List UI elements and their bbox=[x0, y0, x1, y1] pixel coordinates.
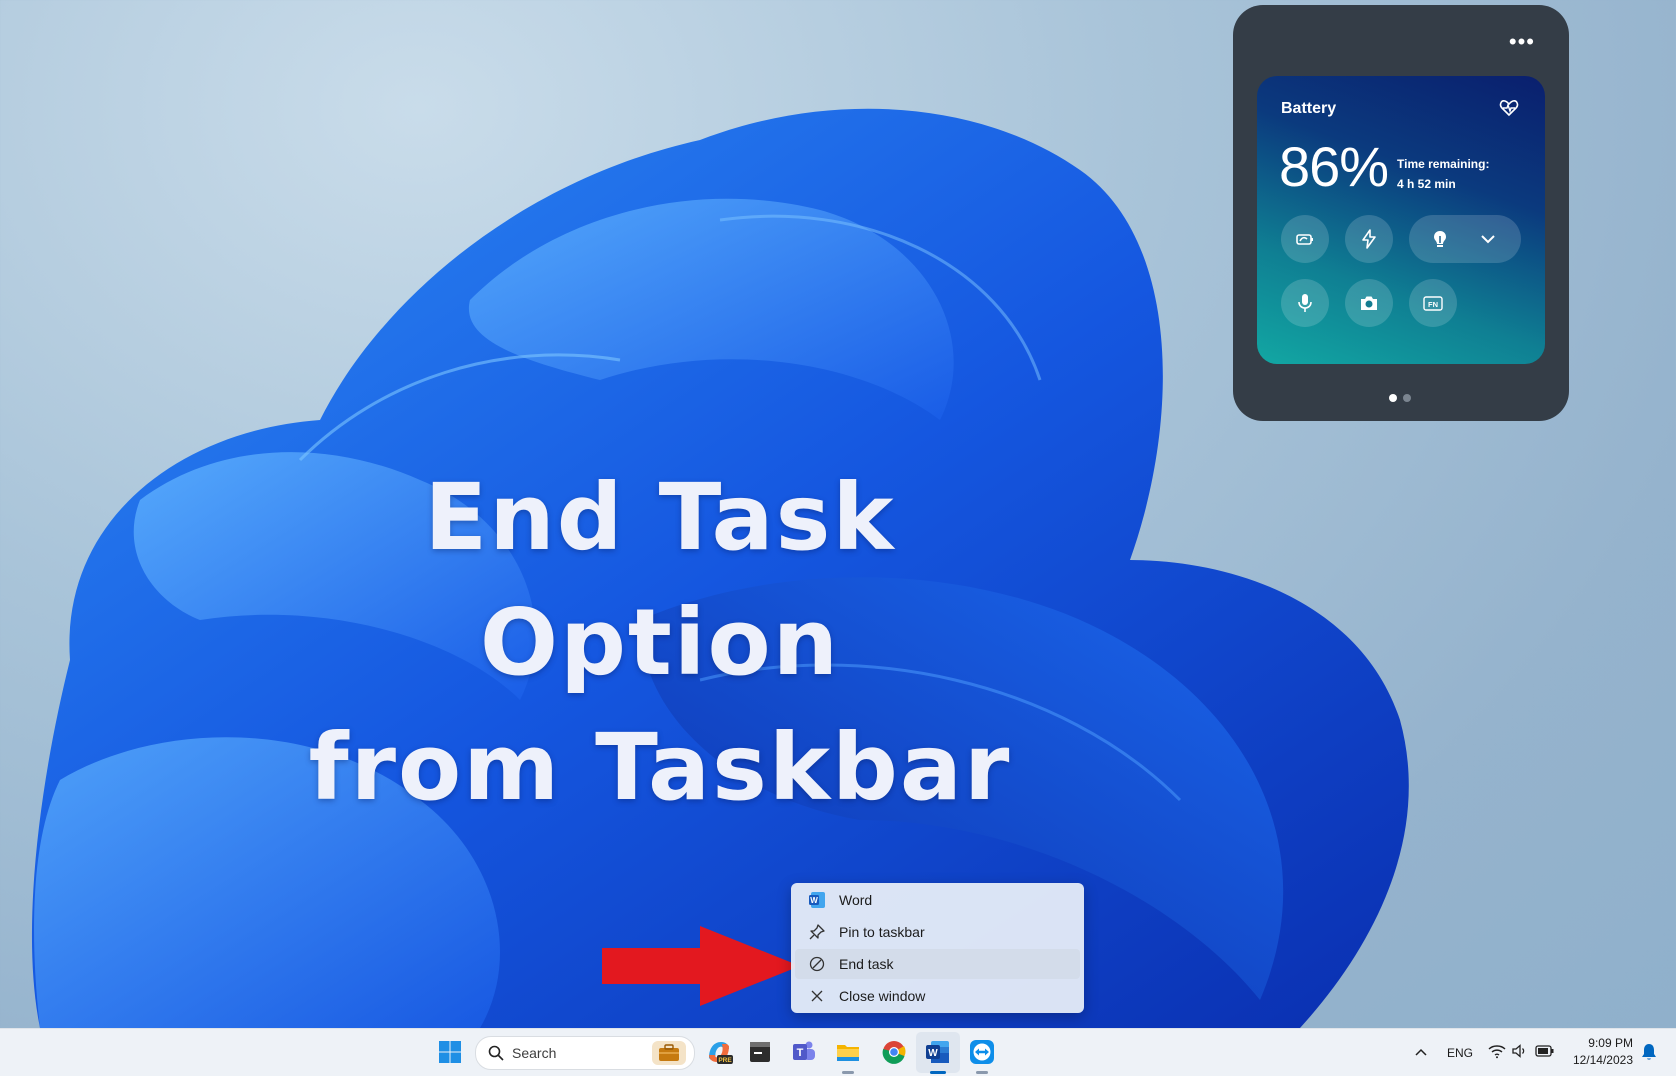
menu-item-pin-to-taskbar[interactable]: Pin to taskbar bbox=[795, 917, 1080, 947]
page-dot-2[interactable] bbox=[1403, 394, 1411, 402]
search-placeholder: Search bbox=[512, 1045, 557, 1061]
chrome-icon[interactable] bbox=[880, 1038, 908, 1066]
taskbar: Search PRE T W ENG 9:09 PM 12/14/2023 bbox=[0, 1028, 1676, 1076]
microphone-icon bbox=[1298, 294, 1312, 312]
camera-icon bbox=[1361, 296, 1377, 310]
menu-item-label: Close window bbox=[839, 988, 926, 1004]
copilot-pre-icon[interactable]: PRE bbox=[705, 1038, 733, 1066]
red-arrow-annotation bbox=[602, 926, 800, 1006]
end-task-icon bbox=[807, 954, 827, 974]
menu-item-end-task[interactable]: End task bbox=[795, 949, 1080, 979]
page-dot-1[interactable] bbox=[1389, 394, 1397, 402]
word-active-indicator bbox=[930, 1071, 946, 1074]
system-clock[interactable]: 9:09 PM 12/14/2023 bbox=[1565, 1035, 1633, 1069]
file-explorer-running-indicator bbox=[842, 1071, 854, 1074]
notification-bell-icon[interactable] bbox=[1641, 1043, 1657, 1061]
menu-item-label: Word bbox=[839, 892, 873, 908]
briefcase-icon[interactable] bbox=[652, 1041, 686, 1065]
more-options-button[interactable]: ••• bbox=[1509, 31, 1535, 53]
svg-text:FN: FN bbox=[1428, 300, 1438, 309]
teamviewer-running-indicator bbox=[976, 1071, 988, 1074]
menu-item-label: Pin to taskbar bbox=[839, 924, 925, 940]
battery-icon[interactable] bbox=[1535, 1044, 1555, 1058]
svg-text:W: W bbox=[928, 1048, 938, 1059]
battery-widget: ••• Battery 86% Time remaining: 4 h 52 m… bbox=[1233, 5, 1569, 421]
headline-line-2: from Taskbar bbox=[308, 714, 1012, 821]
svg-text:PRE: PRE bbox=[718, 1057, 732, 1064]
word-icon[interactable]: W bbox=[924, 1038, 952, 1066]
chevron-up-icon[interactable] bbox=[1414, 1045, 1428, 1059]
chevron-down-icon[interactable] bbox=[1479, 230, 1497, 248]
time-remaining-value: 4 h 52 min bbox=[1397, 177, 1456, 191]
svg-text:W: W bbox=[810, 896, 818, 905]
battery-health-icon[interactable] bbox=[1499, 98, 1519, 118]
taskbar-search-box[interactable]: Search bbox=[475, 1036, 695, 1070]
menu-item-label: End task bbox=[839, 956, 894, 972]
teamviewer-icon[interactable] bbox=[968, 1038, 996, 1066]
time-remaining: Time remaining: 4 h 52 min bbox=[1397, 154, 1489, 194]
search-icon bbox=[488, 1045, 504, 1061]
lightbulb-icon[interactable] bbox=[1429, 228, 1451, 250]
teams-icon[interactable]: T bbox=[790, 1038, 818, 1066]
taskbar-context-menu: W Word Pin to taskbar End task Close win… bbox=[791, 883, 1084, 1013]
word-icon: W bbox=[807, 890, 827, 910]
menu-item-word[interactable]: W Word bbox=[795, 885, 1080, 915]
headline-line-1: End Task Option bbox=[424, 464, 896, 696]
clock-time: 9:09 PM bbox=[1588, 1036, 1633, 1050]
file-explorer-icon[interactable] bbox=[834, 1038, 862, 1066]
language-indicator[interactable]: ENG bbox=[1447, 1046, 1473, 1060]
headline-overlay: End Task Option from Taskbar bbox=[260, 455, 1060, 830]
power-mode-icon bbox=[1362, 229, 1376, 249]
menu-item-close-window[interactable]: Close window bbox=[795, 981, 1080, 1011]
pin-icon bbox=[807, 922, 827, 942]
microphone-button[interactable] bbox=[1281, 279, 1329, 327]
camera-button[interactable] bbox=[1345, 279, 1393, 327]
battery-card: Battery 86% Time remaining: 4 h 52 min F… bbox=[1257, 76, 1545, 364]
terminal-icon[interactable] bbox=[746, 1038, 774, 1066]
volume-icon[interactable] bbox=[1511, 1043, 1529, 1059]
svg-text:T: T bbox=[797, 1047, 804, 1059]
battery-percent: 86% bbox=[1279, 135, 1389, 198]
wifi-icon[interactable] bbox=[1488, 1043, 1506, 1059]
fn-lock-button[interactable]: FN bbox=[1409, 279, 1457, 327]
clock-date: 12/14/2023 bbox=[1572, 1053, 1633, 1067]
battery-title: Battery bbox=[1281, 100, 1337, 117]
power-mode-button[interactable] bbox=[1345, 215, 1393, 263]
battery-saver-icon bbox=[1296, 234, 1313, 245]
page-indicator bbox=[1389, 389, 1417, 407]
close-icon bbox=[807, 986, 827, 1006]
start-icon[interactable] bbox=[436, 1038, 464, 1066]
battery-saver-button[interactable] bbox=[1281, 215, 1329, 263]
fn-key-icon: FN bbox=[1423, 296, 1443, 311]
light-toggle-group bbox=[1409, 215, 1521, 263]
time-remaining-label: Time remaining: bbox=[1397, 157, 1490, 171]
